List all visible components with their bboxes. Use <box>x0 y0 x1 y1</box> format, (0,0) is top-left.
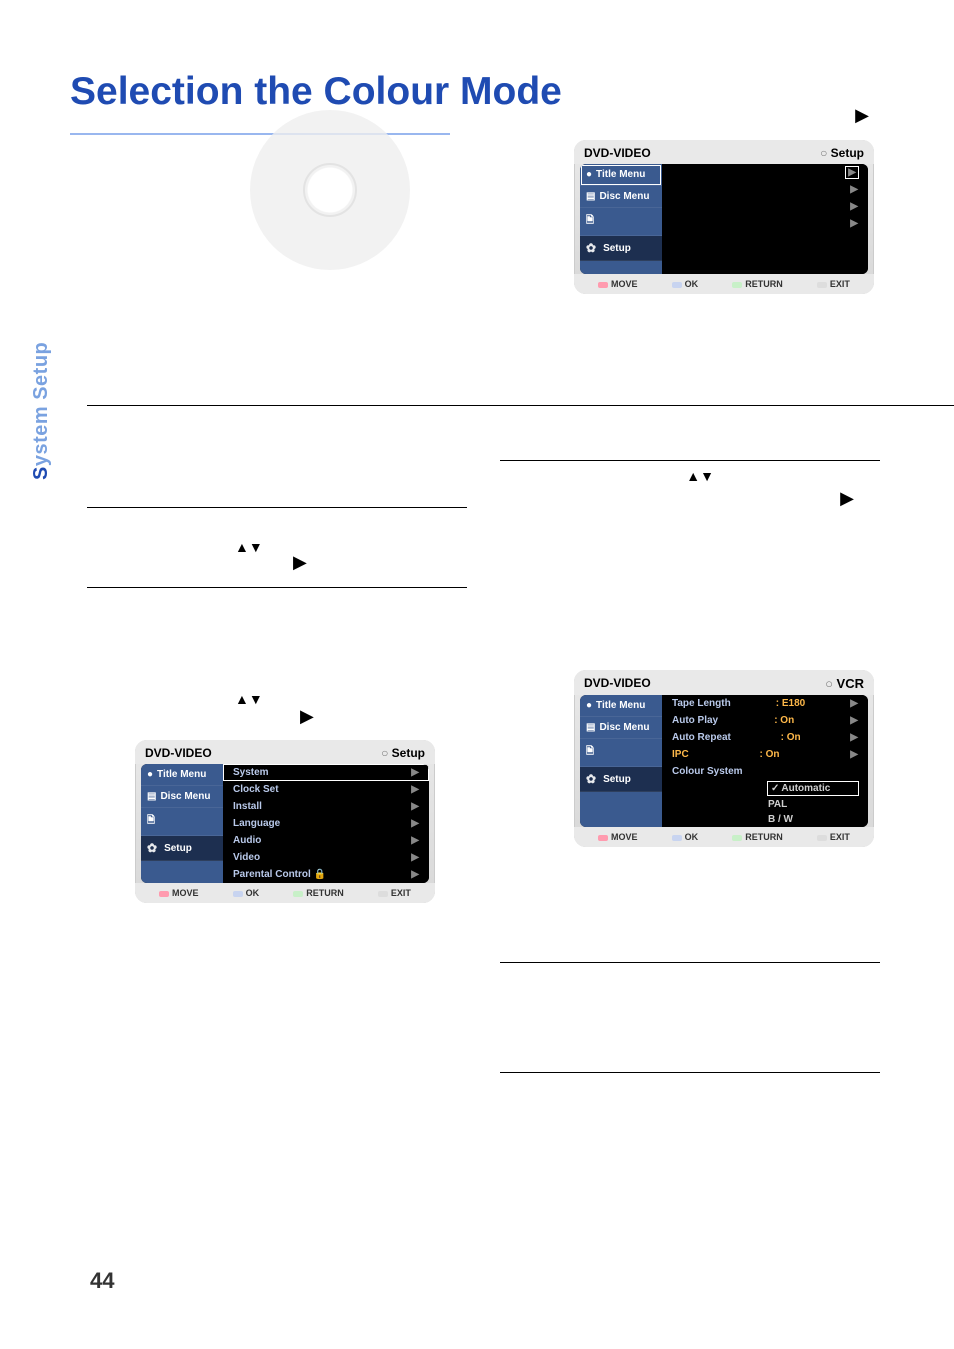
osd-main-panel: ▶ ▶ ▶ ▶ <box>662 164 868 274</box>
osd-side-item[interactable]: 🗎 <box>141 808 223 836</box>
osd-option-automatic[interactable]: Automatic <box>662 780 868 797</box>
separator <box>87 405 954 406</box>
separator <box>500 460 880 461</box>
separator <box>500 1072 880 1073</box>
osd-side-item[interactable]: 🗎 <box>580 208 662 236</box>
osd-side-item[interactable]: 🗎 <box>580 739 662 767</box>
osd-side-menu: ●Title Menu ▤Disc Menu 🗎 Setup <box>141 764 223 883</box>
page-number: 44 <box>90 1268 114 1294</box>
osd-header-left: DVD-VIDEO <box>584 676 651 691</box>
osd-screenshot-3: DVD-VIDEO VCR ●Title Menu ▤Disc Menu 🗎 S… <box>574 670 874 847</box>
right-arrow-icon: ▶ <box>840 488 854 509</box>
separator <box>500 962 880 963</box>
osd-screenshot-2: DVD-VIDEO Setup ●Title Menu ▤Disc Menu 🗎… <box>135 740 435 903</box>
osd-side-item-setup[interactable]: Setup <box>580 767 662 792</box>
osd-row[interactable]: Clock Set▶ <box>223 781 429 798</box>
osd-header-left: DVD-VIDEO <box>584 146 651 160</box>
osd-footer: MOVE OK RETURN EXIT <box>135 883 435 903</box>
page-title: Selection the Colour Mode <box>70 70 884 115</box>
osd-side-menu: ●Title Menu ▤Disc Menu 🗎 Setup <box>580 695 662 827</box>
osd-side-item-setup[interactable]: Setup <box>141 836 223 861</box>
osd-main-panel: Tape Length: E180▶ Auto Play: On▶ Auto R… <box>662 695 868 827</box>
section-tab: System Setup <box>30 342 53 480</box>
right-arrow-icon: ▶ <box>300 706 314 727</box>
separator <box>87 587 467 588</box>
title-underline <box>70 133 450 135</box>
osd-header-left: DVD-VIDEO <box>145 746 212 760</box>
osd-side-item[interactable]: ●Title Menu <box>580 695 662 717</box>
osd-row[interactable]: Auto Play: On▶ <box>662 712 868 729</box>
osd-side-menu: ●Title Menu ▤Disc Menu 🗎 Setup <box>580 164 662 274</box>
osd-row[interactable]: Install▶ <box>223 798 429 815</box>
osd-header-right: Setup <box>820 146 864 160</box>
updown-icon: ▲▼ <box>235 691 263 707</box>
osd-option-pal[interactable]: PAL <box>662 797 868 812</box>
osd-row[interactable]: Audio▶ <box>223 832 429 849</box>
right-arrow-icon: ▶ <box>293 552 307 573</box>
osd-side-item[interactable]: ●Title Menu <box>580 164 662 186</box>
updown-icon: ▲▼ <box>686 468 714 484</box>
osd-header-right: VCR <box>825 676 864 691</box>
osd-side-item[interactable]: ●Title Menu <box>141 764 223 786</box>
osd-header-right: Setup <box>381 746 425 760</box>
osd-option-bw[interactable]: B / W <box>662 812 868 827</box>
osd-row[interactable]: Tape Length: E180▶ <box>662 695 868 712</box>
osd-row[interactable]: Parental Control 🔒▶ <box>223 866 429 883</box>
osd-row-colour-system[interactable]: Colour System <box>662 763 868 780</box>
osd-side-item-setup[interactable]: Setup <box>580 236 662 261</box>
osd-row[interactable]: IPC: On▶ <box>662 746 868 763</box>
osd-row[interactable]: Auto Repeat: On▶ <box>662 729 868 746</box>
osd-footer: MOVE OK RETURN EXIT <box>574 827 874 847</box>
osd-row[interactable]: Video▶ <box>223 849 429 866</box>
osd-side-item[interactable]: ▤Disc Menu <box>580 717 662 739</box>
osd-side-item[interactable]: ▤Disc Menu <box>580 186 662 208</box>
updown-icon: ▲▼ <box>235 539 263 555</box>
separator <box>87 507 467 508</box>
osd-side-item[interactable]: ▤Disc Menu <box>141 786 223 808</box>
osd-row[interactable]: System▶ <box>223 764 429 781</box>
osd-footer: MOVE OK RETURN EXIT <box>574 274 874 294</box>
disc-decoration <box>250 110 410 270</box>
osd-main-panel: System▶ Clock Set▶ Install▶ Language▶ Au… <box>223 764 429 883</box>
osd-row[interactable]: Language▶ <box>223 815 429 832</box>
osd-screenshot-1: DVD-VIDEO Setup ●Title Menu ▤Disc Menu 🗎… <box>574 140 874 294</box>
